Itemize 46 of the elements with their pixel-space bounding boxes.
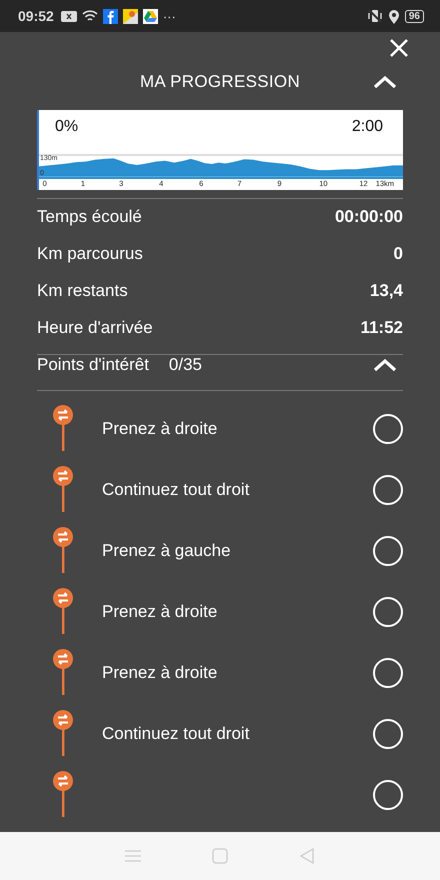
check-circle[interactable] [373,780,403,810]
poi-instruction: Continuez tout droit [102,724,250,744]
stat-label: Temps écoulé [37,207,142,228]
turn-pin-icon [52,771,74,818]
stat-value: 13,4 [370,280,403,301]
turn-pin-icon [52,466,74,512]
poi-label: Points d'intérêt [37,354,149,375]
turn-pin-icon [52,527,74,574]
poi-instruction: Prenez à droite [102,602,218,622]
poi-instruction: Prenez à gauche [102,541,231,562]
collapse-chevron-icon[interactable] [373,75,397,90]
location-icon [388,8,400,24]
poi-count: 0/35 [168,354,202,375]
wifi-icon [82,10,98,22]
stat-value: 11:52 [360,318,403,338]
poi-instruction: Prenez à droite [102,419,218,440]
vibrate-off-icon [366,9,383,23]
check-circle[interactable] [373,658,403,688]
drive-icon [142,8,158,24]
turn-pin-icon [52,405,74,452]
poi-instruction: Prenez à droite [102,663,218,684]
check-circle[interactable] [373,719,403,750]
turn-pin-icon [52,710,74,756]
stat-value: 00:00:00 [334,207,403,228]
stat-label: Km parcourus [37,244,143,264]
app-icon [102,8,118,24]
stat-label: Heure d'arrivée [37,318,153,338]
check-circle[interactable] [373,414,403,444]
estimated-duration: 2:00 [352,118,383,137]
section-title: MA PROGRESSION [140,72,300,92]
turn-pin-icon [52,588,74,634]
close-icon[interactable] [389,38,409,58]
check-circle[interactable] [373,597,403,628]
collapse-chevron-icon[interactable] [373,358,397,372]
poi-instruction: Continuez tout droit [102,480,250,500]
turn-pin-icon [52,649,74,696]
battery-level: 96 [404,10,424,22]
stat-value: 0 [394,244,403,264]
progress-percent: 0% [55,118,78,137]
map-icon [122,8,138,24]
status-time: 09:52 [18,8,54,24]
notification-icon [60,10,77,22]
check-circle[interactable] [373,475,403,506]
more-notifications: ··· [162,8,176,24]
check-circle[interactable] [373,536,403,566]
stat-label: Km restants [37,280,128,301]
